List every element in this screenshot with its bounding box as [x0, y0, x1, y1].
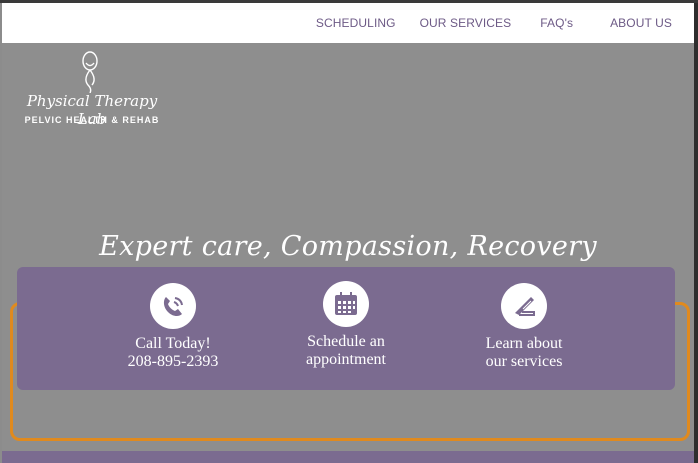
window-edge — [694, 3, 698, 463]
nav-our-services[interactable]: OUR SERVICES — [420, 16, 512, 30]
learn-services-button[interactable]: Learn about our services — [454, 283, 594, 371]
hero-tagline: Expert care, Compassion, Recovery — [99, 231, 597, 262]
phone-icon — [150, 283, 196, 329]
logo-figure-icon — [82, 51, 98, 93]
calendar-icon — [323, 281, 369, 327]
nav-faqs[interactable]: FAQ's — [540, 16, 573, 30]
call-today-button[interactable]: Call Today! 208-895-2393 — [103, 283, 243, 371]
top-nav: SCHEDULING OUR SERVICES FAQ's ABOUT US — [2, 3, 694, 43]
nav-about-us[interactable]: ABOUT US — [610, 16, 672, 30]
schedule-label-line1: Schedule an — [307, 333, 385, 350]
schedule-label-line2: appointment — [306, 351, 386, 368]
site-logo[interactable]: Physical Therapy Lab PELVIC HEALTH & REH… — [12, 49, 172, 129]
phone-number: 208-895-2393 — [127, 353, 219, 370]
services-label-line1: Learn about — [485, 335, 563, 352]
cta-panel: Call Today! 208-895-2393 Schedule an app… — [17, 267, 675, 390]
services-label-line2: our services — [485, 353, 563, 370]
nav-scheduling[interactable]: SCHEDULING — [316, 16, 396, 30]
call-today-label: Call Today! — [135, 335, 211, 352]
bottom-band — [2, 451, 694, 463]
schedule-appointment-button[interactable]: Schedule an appointment — [276, 281, 416, 369]
logo-subtitle: PELVIC HEALTH & REHAB — [24, 115, 160, 125]
treatment-table-icon — [501, 283, 547, 329]
page: SCHEDULING OUR SERVICES FAQ's ABOUT US P… — [0, 0, 698, 463]
